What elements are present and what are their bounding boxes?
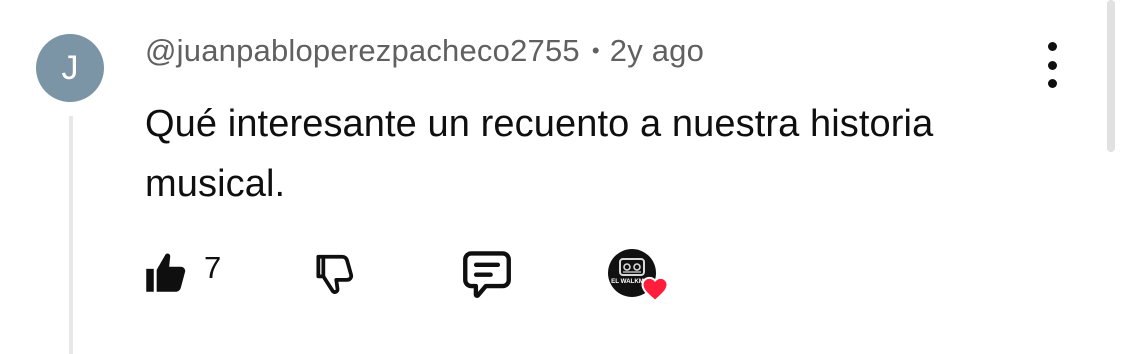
meta-separator: •	[591, 38, 600, 63]
author-handle[interactable]: @juanpabloperezpacheco2755	[145, 33, 580, 68]
comment-text: Qué interesante un recuento a nuestra hi…	[145, 103, 934, 205]
more-vertical-icon-dot	[1047, 79, 1057, 88]
like-button[interactable]: 7	[140, 248, 240, 298]
comment-thread: J @juanpabloperezpacheco2755 • 2y ago Qué …	[0, 0, 1125, 354]
more-options-button[interactable]	[1036, 42, 1068, 88]
thumbs-down-icon	[316, 254, 354, 294]
avatar[interactable]: J	[36, 34, 104, 102]
creator-heart-badge[interactable]: EL WALKMAN	[606, 247, 672, 305]
thumbs-up-icon	[146, 253, 186, 292]
more-vertical-icon	[1047, 42, 1057, 51]
more-vertical-icon-dot	[1047, 60, 1057, 70]
avatar-initial: J	[61, 48, 79, 87]
comment-meta: @juanpabloperezpacheco2755 • 2y ago	[145, 33, 704, 69]
heart-icon	[641, 276, 669, 303]
thread-line	[69, 116, 73, 354]
like-count: 7	[204, 250, 222, 285]
reply-button[interactable]	[455, 245, 519, 301]
comment-age: 2y ago	[609, 33, 705, 68]
reply-comment-icon	[463, 251, 511, 298]
dislike-button[interactable]	[308, 248, 364, 298]
scrollbar[interactable]	[1107, 0, 1115, 152]
